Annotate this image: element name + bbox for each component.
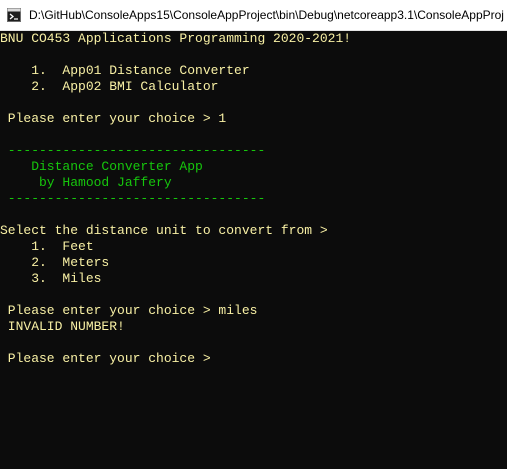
menu-item-bmi-calculator: 2. App02 BMI Calculator [0, 79, 219, 94]
divider-top: --------------------------------- [0, 143, 266, 158]
app-title: Distance Converter App [0, 159, 203, 174]
unit-option-miles: 3. Miles [0, 271, 102, 286]
console-output[interactable]: BNU CO453 Applications Programming 2020-… [0, 31, 507, 469]
app-author: by Hamood Jaffery [0, 175, 172, 190]
choice-prompt-2: Please enter your choice > miles [0, 303, 258, 318]
console-window: D:\GitHub\ConsoleApps15\ConsoleAppProjec… [0, 0, 507, 469]
console-app-icon [7, 8, 21, 22]
unit-option-meters: 2. Meters [0, 255, 110, 270]
unit-option-feet: 1. Feet [0, 239, 94, 254]
error-message: INVALID NUMBER! [0, 319, 125, 334]
choice-prompt-3[interactable]: Please enter your choice > [0, 351, 211, 367]
choice-prompt-1: Please enter your choice > 1 [0, 111, 227, 126]
unit-select-prompt: Select the distance unit to convert from… [0, 223, 328, 238]
divider-bottom: --------------------------------- [0, 191, 266, 206]
title-bar[interactable]: D:\GitHub\ConsoleApps15\ConsoleAppProjec… [0, 0, 507, 31]
menu-item-distance-converter: 1. App01 Distance Converter [0, 63, 250, 78]
header-line: BNU CO453 Applications Programming 2020-… [0, 31, 352, 46]
window-title: D:\GitHub\ConsoleApps15\ConsoleAppProjec… [29, 8, 504, 22]
